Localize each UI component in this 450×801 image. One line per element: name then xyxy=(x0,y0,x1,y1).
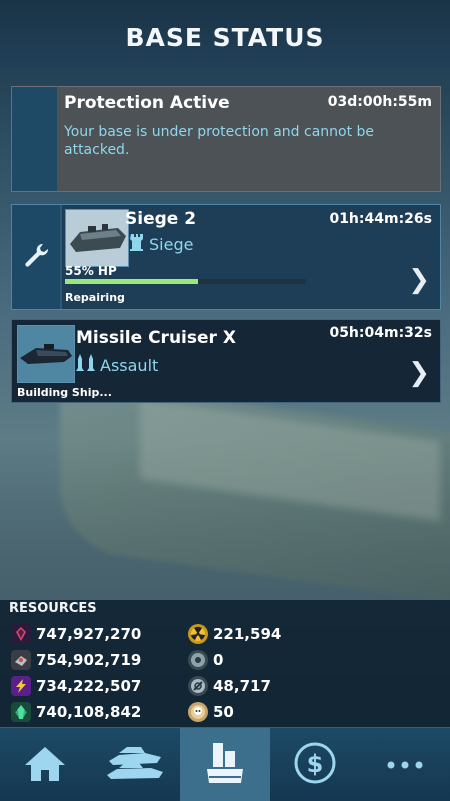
chevron-right-icon[interactable]: ❯ xyxy=(408,265,430,295)
ship-timer: 05h:04m:32s xyxy=(329,325,432,341)
fleet-icon xyxy=(105,743,165,787)
gear-token-icon xyxy=(188,650,208,670)
resource-value: 734,222,507 xyxy=(36,677,142,695)
protection-stripe xyxy=(12,87,57,191)
more-icon xyxy=(385,755,425,774)
repair-stripe xyxy=(12,205,60,309)
wrench-icon xyxy=(21,240,51,274)
skull-token-icon xyxy=(188,702,208,722)
missile-cruiser-thumbnail xyxy=(17,325,75,383)
nav-base[interactable] xyxy=(180,728,270,801)
home-icon xyxy=(23,743,67,787)
resource-item: 221,594 xyxy=(188,624,281,644)
nav-shop[interactable]: $ xyxy=(270,728,360,801)
ship-name: Missile Cruiser X xyxy=(76,328,236,348)
tower-icon xyxy=(130,233,144,255)
svg-text:$: $ xyxy=(307,750,324,778)
resource-item: 0 xyxy=(188,650,223,670)
bottom-nav: $ xyxy=(0,727,450,801)
hp-label: 55% HP xyxy=(65,264,117,278)
ship-name: Siege 2 xyxy=(125,209,197,229)
resource-item: 754,902,719 xyxy=(11,650,141,670)
resource-item: 734,222,507 xyxy=(11,676,141,696)
siege-ship-thumbnail xyxy=(65,209,129,267)
resource-item: 747,927,270 xyxy=(11,624,141,644)
page-title: BASE STATUS xyxy=(125,22,325,52)
resource-value: 48,717 xyxy=(213,677,271,695)
resources-panel: RESOURCES 747,927,270 754,902,719 734,22… xyxy=(0,600,450,730)
green-crystal-icon xyxy=(11,702,31,722)
protection-description: Your base is under protection and cannot… xyxy=(64,124,375,158)
resource-item: 50 xyxy=(188,702,234,722)
resource-item: 740,108,842 xyxy=(11,702,141,722)
nav-fleet[interactable] xyxy=(90,728,180,801)
repair-queue-card[interactable]: Siege 2 01h:44m:26s Siege 55% HP Repairi… xyxy=(11,204,441,310)
resource-item: 48,717 xyxy=(188,676,271,696)
chevron-right-icon[interactable]: ❯ xyxy=(408,358,430,388)
ship-class-label: Assault xyxy=(100,355,159,375)
ship-status: Repairing xyxy=(65,291,125,304)
nav-more[interactable] xyxy=(360,728,450,801)
resource-value: 747,927,270 xyxy=(36,625,142,643)
energy-icon xyxy=(11,676,31,696)
missile-icon xyxy=(76,354,98,376)
resource-value: 50 xyxy=(213,703,234,721)
resource-value: 221,594 xyxy=(213,625,282,643)
nav-home[interactable] xyxy=(0,728,90,801)
base-icon xyxy=(205,741,245,789)
hp-bar-fill xyxy=(65,279,198,284)
radiation-icon xyxy=(188,624,208,644)
protection-timer: 03d:00h:55m xyxy=(327,94,432,110)
resource-value: 754,902,719 xyxy=(36,651,142,669)
ship-class: Siege xyxy=(130,233,193,255)
protection-title: Protection Active xyxy=(64,93,230,113)
ship-class: Assault xyxy=(76,354,158,376)
ship-class-label: Siege xyxy=(149,234,194,254)
ship-timer: 01h:44m:26s xyxy=(329,211,432,227)
shop-icon: $ xyxy=(293,741,337,789)
blueprint-token-icon xyxy=(188,676,208,696)
protection-card: Protection Active 03d:00h:55m Your base … xyxy=(11,86,441,192)
dark-crystal-icon xyxy=(11,624,31,644)
build-queue-card[interactable]: Missile Cruiser X 05h:04m:32s Assault Bu… xyxy=(11,319,441,403)
metal-icon xyxy=(11,650,31,670)
hp-bar xyxy=(65,279,306,284)
resources-title: RESOURCES xyxy=(9,601,97,616)
resource-value: 740,108,842 xyxy=(36,703,142,721)
resource-value: 0 xyxy=(213,651,224,669)
ship-status: Building Ship... xyxy=(17,386,112,399)
header: BASE STATUS xyxy=(0,0,450,74)
